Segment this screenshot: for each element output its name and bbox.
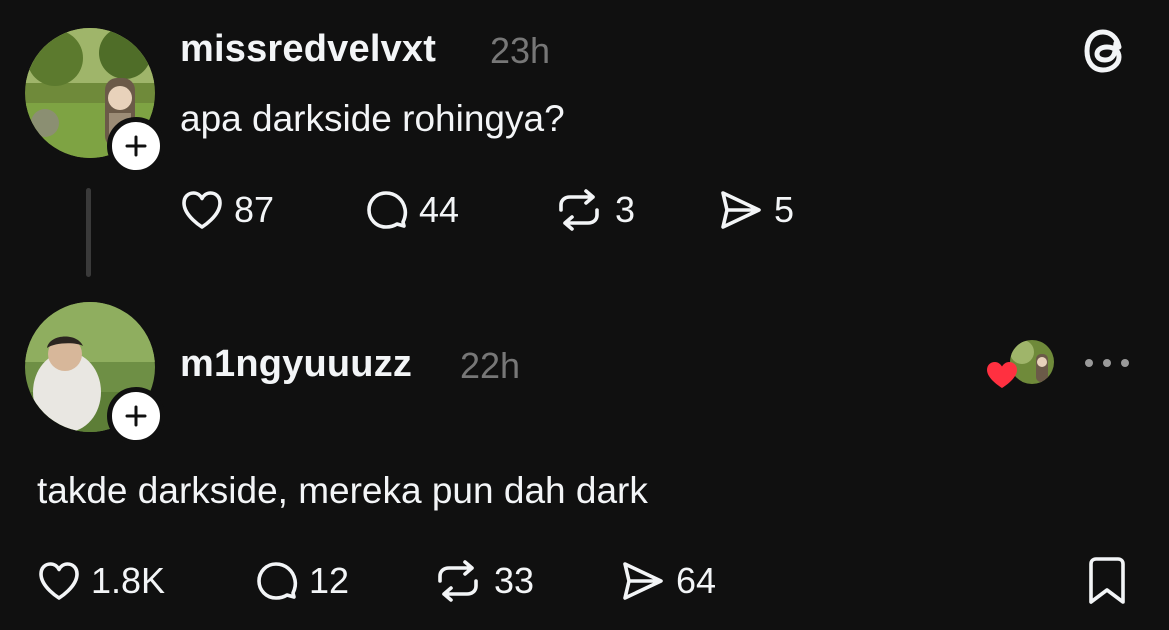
repost-count: 3 [615, 189, 636, 230]
send-icon [623, 562, 663, 600]
repost-button[interactable]: 3 [553, 185, 635, 235]
reply-text: takde darkside, mereka pun dah dark [37, 470, 648, 511]
like-button[interactable]: 87 [180, 185, 274, 235]
follow-button[interactable] [107, 117, 165, 175]
reply-button[interactable]: 12 [255, 556, 349, 606]
thread-connector-line [86, 188, 91, 277]
repost-button[interactable]: 33 [432, 556, 534, 606]
reply-time: 22h [460, 345, 521, 386]
reply-count: 44 [419, 189, 460, 230]
repost-count: 33 [494, 560, 535, 601]
repost-icon [438, 560, 478, 602]
more-icon[interactable] [1083, 356, 1131, 375]
red-heart-icon [985, 360, 1019, 395]
repost-icon [559, 189, 599, 231]
share-count: 64 [676, 560, 717, 601]
threads-logo-icon[interactable] [1083, 25, 1131, 82]
heart-icon [182, 191, 222, 229]
heart-icon [39, 562, 79, 600]
bookmark-icon[interactable] [1086, 556, 1128, 611]
send-icon [721, 191, 761, 229]
comment-icon [257, 562, 298, 600]
comment-icon [367, 191, 408, 229]
like-count: 87 [234, 189, 275, 230]
follow-button[interactable] [107, 387, 165, 445]
reply-count: 12 [309, 560, 350, 601]
post-username[interactable]: missredvelvxt [180, 28, 436, 71]
share-count: 5 [774, 189, 795, 230]
reply-button[interactable]: 44 [365, 185, 459, 235]
like-button[interactable]: 1.8K [37, 556, 165, 606]
plus-icon [125, 135, 147, 157]
share-button[interactable]: 5 [718, 185, 794, 235]
like-count: 1.8K [91, 560, 166, 601]
post-text: apa darkside rohingya? [180, 98, 565, 139]
plus-icon [125, 405, 147, 427]
share-button[interactable]: 64 [620, 556, 716, 606]
reply-username[interactable]: m1ngyuuuzz [180, 343, 412, 386]
post-time: 23h [490, 30, 551, 71]
